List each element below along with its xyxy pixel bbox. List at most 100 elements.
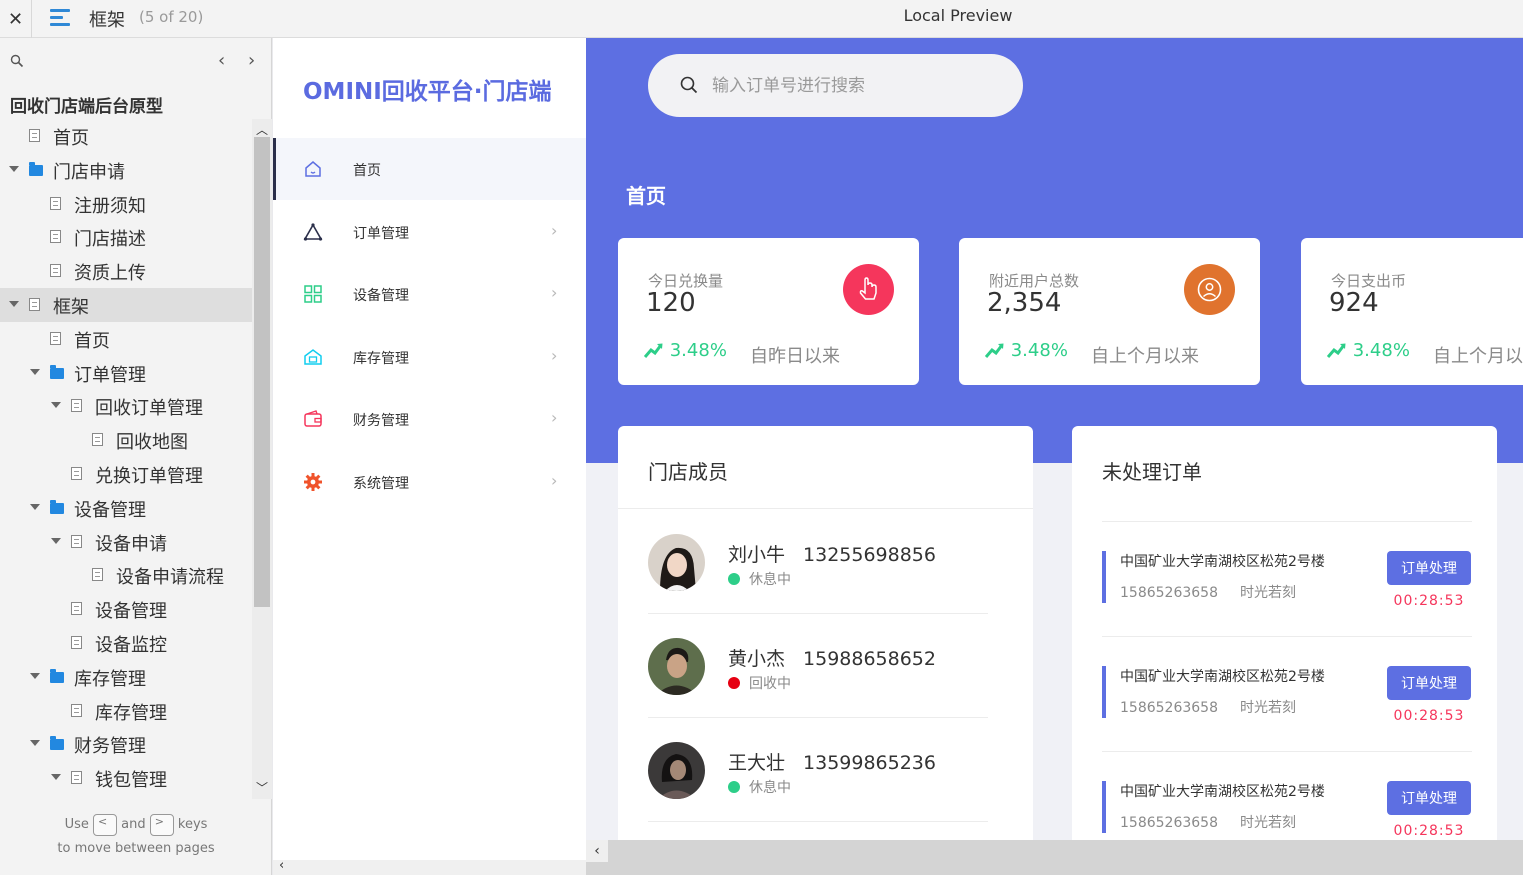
sitemap-item[interactable]: 回收地图 (0, 423, 252, 457)
previous-page-button[interactable]: ‹ (218, 50, 225, 71)
sitemap-item-label: 设备管理 (95, 601, 167, 623)
sitemap-item[interactable]: 库存管理 (0, 660, 252, 694)
user-circle-icon (1184, 264, 1235, 315)
scroll-left-button[interactable]: ‹ (586, 840, 608, 862)
order-user: 时光若刻 (1239, 585, 1296, 601)
search-input[interactable] (712, 68, 1002, 104)
member-row[interactable]: 刘小牛 13255698856 休息中 (648, 510, 988, 614)
expand-arrow-icon[interactable] (30, 503, 40, 510)
nav-item[interactable]: 设备管理 › (273, 263, 586, 325)
expand-arrow-icon[interactable] (51, 402, 61, 409)
scroll-thumb[interactable] (254, 137, 270, 607)
sitemap-scrollbar[interactable]: ︿ ﹀ (252, 119, 272, 799)
expand-arrow-icon[interactable] (51, 537, 61, 544)
sitemap-item[interactable]: 框架 (0, 288, 252, 322)
hamburger-menu-icon[interactable] (50, 7, 72, 29)
avatar (648, 742, 705, 799)
status-dot (728, 573, 740, 585)
sitemap-item-label: 库存管理 (95, 702, 167, 724)
stat-value: 2,354 (987, 288, 1062, 318)
sitemap-tree: 首页 门店申请 注册须知 门店描述 资质上传 框架 首页 订单管理 回收订单管理 回收地图 兑换订单… (0, 119, 252, 799)
process-order-button[interactable]: 订单处理 (1387, 781, 1471, 815)
sitemap-item[interactable]: 设备管理 (0, 491, 252, 525)
folder-icon (50, 668, 64, 683)
member-row[interactable]: 黄小杰 15988658652 回收中 (648, 614, 988, 718)
search-icon[interactable] (10, 54, 24, 68)
sitemap-item[interactable]: 首页 (0, 119, 252, 153)
order-address: 中国矿业大学南湖校区松苑2号楼 (1120, 554, 1325, 570)
nav-item[interactable]: 财务管理 › (273, 388, 586, 450)
sitemap-item[interactable]: 首页 (0, 322, 252, 356)
page-icon (71, 602, 82, 616)
member-status-text: 休息中 (749, 780, 791, 796)
orders-title: 未处理订单 (1102, 460, 1202, 484)
order-timer: 00:28:53 (1393, 823, 1465, 839)
process-order-button[interactable]: 订单处理 (1387, 666, 1471, 700)
sitemap-item[interactable]: 设备监控 (0, 626, 252, 660)
member-name-line: 王大壮 13599865236 (728, 748, 936, 775)
member-name-line: 黄小杰 15988658652 (728, 644, 936, 671)
member-phone: 15988658652 (803, 648, 936, 670)
trend-up-icon (1326, 343, 1346, 358)
sitemap-item[interactable]: 设备申请 (0, 525, 252, 559)
sitemap-item[interactable]: 财务管理 (0, 727, 252, 761)
expand-arrow-icon[interactable] (30, 672, 40, 679)
sitemap-item-label: 资质上传 (74, 263, 146, 285)
folder-icon (50, 736, 64, 751)
divider (1102, 636, 1472, 637)
sitemap-item[interactable]: 设备管理 (0, 592, 252, 626)
expand-arrow-icon[interactable] (30, 740, 40, 747)
expand-arrow-icon[interactable] (9, 301, 19, 307)
sitemap-item-label: 回收地图 (116, 432, 188, 454)
next-page-button[interactable]: › (248, 50, 255, 71)
scroll-down-icon[interactable]: ﹀ (256, 779, 268, 796)
sitemap-item[interactable]: 回收订单管理 (0, 389, 252, 423)
stat-card: 今日兑换量 120 3.48% 自昨日以来 (618, 238, 919, 385)
page-icon (50, 196, 61, 210)
sitemap-item[interactable]: 门店描述 (0, 220, 252, 254)
sitemap-item[interactable]: 兑换订单管理 (0, 457, 252, 491)
close-icon[interactable]: ✕ (0, 0, 32, 38)
scroll-left-icon[interactable]: ‹ (279, 858, 284, 873)
sitemap-item[interactable]: 设备申请流程 (0, 558, 252, 592)
sitemap-item-label: 财务管理 (74, 736, 146, 758)
order-phone: 15865263658 (1120, 585, 1218, 601)
sitemap-item-label: 门店描述 (74, 229, 146, 251)
stat-value: 120 (646, 288, 696, 318)
scroll-up-icon[interactable]: ︿ (256, 121, 268, 138)
wallet-icon (303, 409, 323, 429)
sitemap-item[interactable]: 订单管理 (0, 356, 252, 390)
expand-arrow-icon[interactable] (30, 368, 40, 375)
search-bar[interactable] (648, 54, 1023, 117)
member-name: 刘小牛 (728, 544, 786, 566)
order-row: 中国矿业大学南湖校区松苑2号楼 15865263658 时光若刻 订单处理 00:28:… (1102, 751, 1472, 840)
chevron-right-icon: › (551, 220, 558, 240)
process-order-button[interactable]: 订单处理 (1387, 551, 1471, 585)
expand-arrow-icon[interactable] (9, 165, 19, 172)
gear-icon (303, 472, 323, 492)
horizontal-scrollbar[interactable]: ‹ (273, 858, 586, 875)
order-address: 中国矿业大学南湖校区松苑2号楼 (1120, 784, 1325, 800)
stat-card: 今日支出币924 3.48%自上个月以来 (1301, 238, 1523, 385)
nav-item-label: 首页 (353, 163, 381, 179)
expand-arrow-icon[interactable] (51, 774, 61, 781)
divider (648, 821, 988, 822)
sitemap-item-label: 框架 (53, 297, 89, 318)
nav-item[interactable]: 订单管理 › (273, 201, 586, 263)
hint-use-text: Use (64, 817, 89, 832)
sitemap-item[interactable]: 资质上传 (0, 254, 252, 288)
stat-trend-value: 3.48% (669, 340, 727, 361)
nav-item[interactable]: 首页 (273, 138, 586, 200)
page-icon (50, 264, 61, 278)
chevron-right-icon: › (551, 470, 558, 490)
nav-item[interactable]: 系统管理 › (273, 451, 586, 513)
sitemap-item[interactable]: 钱包管理 (0, 761, 252, 795)
sitemap-item[interactable]: 门店申请 (0, 153, 252, 187)
member-row[interactable]: 王大壮 13599865236 休息中 (648, 718, 988, 822)
nav-item[interactable]: 库存管理 › (273, 326, 586, 388)
sitemap-item-label: 设备管理 (74, 499, 146, 521)
sitemap-item[interactable]: 注册须知 (0, 187, 252, 221)
sitemap-item[interactable]: 库存管理 (0, 694, 252, 728)
page-icon (71, 399, 82, 413)
members-card: 门店成员 刘小牛 13255698856 休息中 黄小杰 15988658652 回收中王… (618, 426, 1033, 840)
